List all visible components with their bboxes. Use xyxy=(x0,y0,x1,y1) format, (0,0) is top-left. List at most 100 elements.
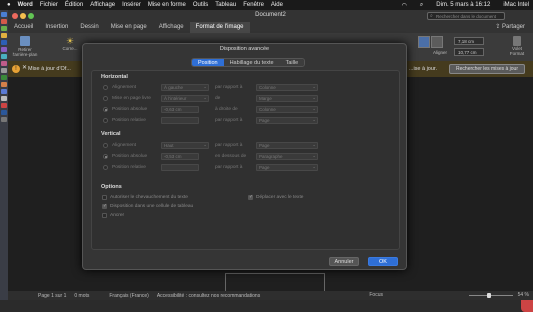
allow-overlap-checkbox[interactable]: Autoriser le chevauchement du texte xyxy=(102,194,242,202)
v-alignment-radio[interactable] xyxy=(103,143,108,148)
zoom-slider-thumb[interactable] xyxy=(487,293,491,298)
cancel-button[interactable]: Annuler xyxy=(329,257,359,266)
v-alignment-select[interactable]: Haut xyxy=(161,142,209,149)
dock-app-icon[interactable] xyxy=(1,26,7,31)
wifi-icon[interactable]: ◠ xyxy=(402,2,407,9)
h-relative-input[interactable] xyxy=(161,117,199,124)
status-language[interactable]: Français (France) xyxy=(109,293,148,299)
document-search-input[interactable]: Rechercher dans le document xyxy=(427,12,505,20)
h-book-layout-select[interactable]: À l'intérieur xyxy=(161,95,209,102)
dock-app-icon[interactable] xyxy=(1,68,7,73)
anchor-checkbox[interactable]: Ancrer xyxy=(102,212,162,220)
dock-app-icon[interactable] xyxy=(1,75,7,80)
tab-mise-en-page[interactable]: Mise en page xyxy=(105,22,153,33)
h-alignment-radio[interactable] xyxy=(103,85,108,90)
anchor-box[interactable] xyxy=(102,213,107,218)
v-relative-row: Position relative par rapport à Page xyxy=(98,164,398,172)
width-field[interactable]: 10,77 cm xyxy=(454,48,484,56)
dock-app-icon[interactable] xyxy=(1,12,7,17)
advanced-layout-dialog: Disposition avancée Position Habillage d… xyxy=(82,43,407,270)
zoom-slider[interactable] xyxy=(469,295,513,296)
format-pane-button[interactable]: Volet Format xyxy=(506,36,528,56)
menu-edition[interactable]: Édition xyxy=(65,2,83,8)
remove-background-button[interactable]: Retirer l'arrière-plan xyxy=(12,36,38,57)
v-relative-radio[interactable] xyxy=(103,165,108,170)
move-with-text-box[interactable] xyxy=(248,194,253,200)
document-page[interactable] xyxy=(225,273,325,293)
tab-insertion[interactable]: Insertion xyxy=(39,22,74,33)
v-absolute-rel-select[interactable]: Paragraphe xyxy=(256,153,318,160)
v-alignment-rel-select[interactable]: Page xyxy=(256,142,318,149)
v-relative-rel-select[interactable]: Page xyxy=(256,164,318,171)
infobar-close-icon[interactable]: ✕ xyxy=(22,64,27,71)
status-page[interactable]: Page 1 sur 1 xyxy=(38,293,66,299)
menubar-computer[interactable]: iMac Intel xyxy=(503,2,529,8)
dock-app-icon[interactable] xyxy=(1,33,7,38)
dock-app-icon[interactable] xyxy=(1,61,7,66)
check-updates-button[interactable]: Rechercher les mises à jour xyxy=(449,64,525,74)
menu-affichage[interactable]: Affichage xyxy=(90,2,115,8)
in-table-cell-checkbox[interactable]: Disposition dans une cellule de tableau xyxy=(102,203,252,211)
dock-app-icon[interactable] xyxy=(1,117,7,122)
tab-dessin[interactable]: Dessin xyxy=(74,22,104,33)
share-icon: ⇪ xyxy=(495,24,502,30)
corrections-icon: ☀ xyxy=(65,36,75,46)
corrections-button[interactable]: ☀ Corre... xyxy=(58,36,82,51)
menu-fenetre[interactable]: Fenêtre xyxy=(243,2,264,8)
menu-app[interactable]: Word xyxy=(18,2,33,8)
picture-styles-gallery[interactable] xyxy=(418,36,430,48)
h-alignment-rel-select[interactable]: Colonne xyxy=(256,84,318,91)
dialog-tab-text-wrapping[interactable]: Habillage du texte xyxy=(223,59,280,66)
menubar-datetime[interactable]: Dim. 5 mars à 16:12 xyxy=(436,2,490,8)
ok-button[interactable]: OK xyxy=(368,257,398,266)
dock-app-icon[interactable] xyxy=(1,89,7,94)
tab-affichage[interactable]: Affichage xyxy=(153,22,190,33)
vertical-heading: Vertical xyxy=(101,131,121,137)
dock-app-icon[interactable] xyxy=(1,40,7,45)
align-button[interactable]: Aligner xyxy=(432,50,448,55)
menu-fichier[interactable]: Fichier xyxy=(40,2,58,8)
apple-icon[interactable]: ● xyxy=(7,2,11,8)
menu-tableau[interactable]: Tableau xyxy=(215,2,236,8)
tab-accueil[interactable]: Accueil xyxy=(8,22,39,33)
dialog-tab-position[interactable]: Position xyxy=(192,59,224,66)
menu-aide[interactable]: Aide xyxy=(271,2,283,8)
dock-app-icon[interactable] xyxy=(1,110,7,115)
v-absolute-radio[interactable] xyxy=(103,154,108,159)
menu-mise-en-forme[interactable]: Mise en forme xyxy=(148,2,186,8)
v-absolute-input[interactable]: -0,53 cm xyxy=(161,153,199,160)
status-accessibility[interactable]: Accessibilité : consultez nos recommanda… xyxy=(157,293,260,299)
dialog-tab-size[interactable]: Taille xyxy=(279,59,305,66)
h-absolute-rel-select[interactable]: Colonne xyxy=(256,106,318,113)
picture-style-thumb[interactable] xyxy=(431,36,443,48)
align-label: Aligner xyxy=(432,50,447,55)
tab-format-image[interactable]: Format de l'image xyxy=(189,22,250,33)
h-relative-rel-select[interactable]: Page xyxy=(256,117,318,124)
menu-outils[interactable]: Outils xyxy=(193,2,208,8)
dock-app-icon[interactable] xyxy=(1,96,7,101)
h-relative-radio[interactable] xyxy=(103,118,108,123)
menu-inserer[interactable]: Insérer xyxy=(122,2,141,8)
focus-button[interactable]: Focus xyxy=(369,291,383,300)
dock-app-icon[interactable] xyxy=(1,47,7,52)
h-absolute-radio[interactable] xyxy=(103,107,108,112)
move-with-text-checkbox[interactable]: Déplacer avec le texte xyxy=(248,194,338,202)
h-book-layout-rel-text: de xyxy=(215,96,221,101)
format-pane-icon xyxy=(513,36,521,46)
in-table-cell-box[interactable] xyxy=(102,203,107,209)
h-book-layout-radio[interactable] xyxy=(103,96,108,101)
allow-overlap-box[interactable] xyxy=(102,195,107,200)
h-alignment-select[interactable]: À gauche xyxy=(161,84,209,91)
dock-app-icon[interactable] xyxy=(1,103,7,108)
dock-app-icon[interactable] xyxy=(1,54,7,59)
h-absolute-input[interactable]: -0,63 cm xyxy=(161,106,199,113)
dock-app-icon[interactable] xyxy=(1,19,7,24)
h-book-layout-rel-select[interactable]: Marge xyxy=(256,95,318,102)
dock-app-icon[interactable] xyxy=(1,82,7,87)
h-alignment-label: Alignement xyxy=(112,85,136,90)
height-field[interactable]: 7,18 cm xyxy=(454,37,484,45)
v-relative-input[interactable] xyxy=(161,164,199,171)
share-button[interactable]: ⇪ Partager xyxy=(495,22,525,33)
menubar-search-icon[interactable]: ⌕ xyxy=(420,2,423,9)
status-words[interactable]: 0 mots xyxy=(74,293,89,299)
